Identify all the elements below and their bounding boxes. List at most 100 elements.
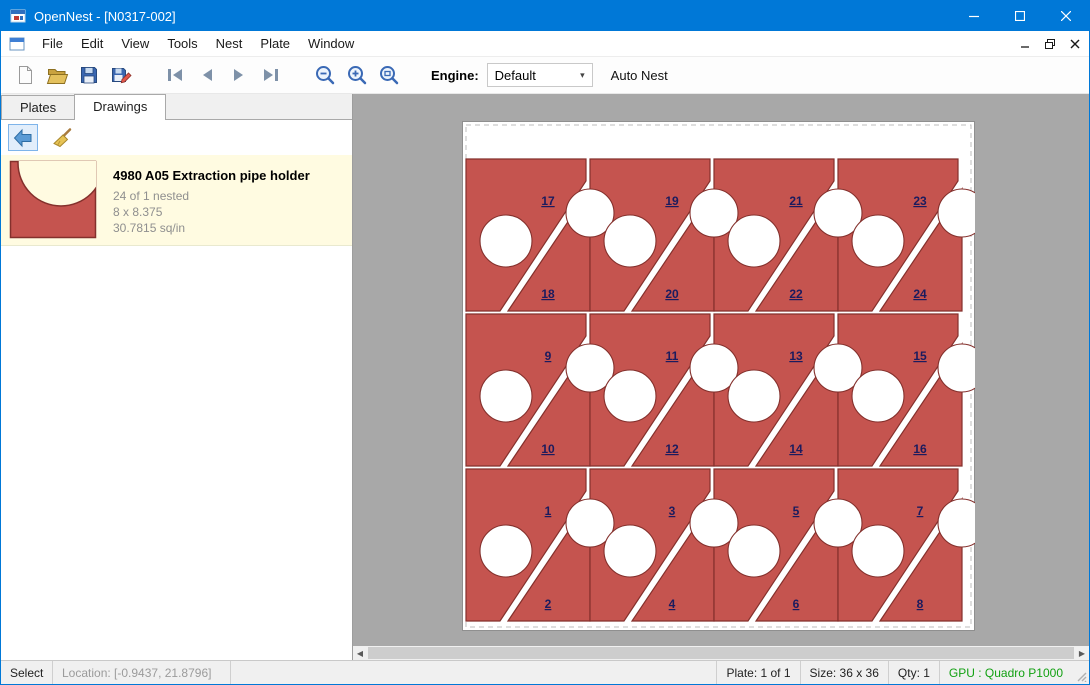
drawing-title: 4980 A05 Extraction pipe holder (113, 168, 310, 183)
engine-select[interactable]: Default ▾ (487, 63, 593, 87)
nav-prev-button[interactable] (191, 60, 223, 90)
menu-view[interactable]: View (112, 32, 158, 55)
nav-first-button[interactable] (159, 60, 191, 90)
replace-part-button[interactable] (8, 124, 38, 151)
maximize-icon (1015, 11, 1025, 21)
statusbar-size: Size: 36 x 36 (800, 661, 888, 684)
close-button[interactable] (1043, 1, 1089, 31)
open-button[interactable] (41, 60, 73, 90)
close-icon (1069, 38, 1081, 50)
part-number: 21 (789, 194, 803, 208)
part-hole (480, 215, 532, 267)
menu-window[interactable]: Window (299, 32, 363, 55)
minimize-button[interactable] (951, 1, 997, 31)
nav-next-icon (227, 63, 251, 87)
part-hole (852, 370, 904, 422)
statusbar-location: Location: [-0.9437, 21.8796] (53, 661, 231, 684)
part-hole (604, 525, 656, 577)
title-bar: OpenNest - [N0317-002] (1, 1, 1089, 31)
save-edit-button[interactable] (105, 60, 137, 90)
zoom-out-icon (313, 63, 337, 87)
engine-label: Engine: (431, 68, 479, 83)
restore-icon (1044, 38, 1056, 50)
part-number: 3 (669, 504, 676, 518)
nav-last-button[interactable] (255, 60, 287, 90)
tab-plates[interactable]: Plates (1, 95, 75, 119)
part-hole (852, 215, 904, 267)
close-icon (1061, 11, 1071, 21)
part-number: 13 (789, 349, 803, 363)
drawing-area: 30.7815 sq/in (113, 220, 310, 236)
menu-nest[interactable]: Nest (207, 32, 252, 55)
sidebar-tabs: Plates Drawings (1, 94, 352, 120)
part-hole (728, 525, 780, 577)
replace-part-icon (12, 127, 34, 149)
part-hole (480, 370, 532, 422)
scroll-right-icon[interactable]: ▶ (1075, 646, 1089, 660)
part-hole (480, 525, 532, 577)
zoom-out-button[interactable] (309, 60, 341, 90)
mdi-close-button[interactable] (1064, 31, 1086, 56)
part-number: 12 (665, 442, 679, 456)
main-toolbar: Engine: Default ▾ Auto Nest (1, 57, 1089, 94)
part-number: 23 (913, 194, 927, 208)
mdi-restore-button[interactable] (1039, 31, 1061, 56)
minimize-icon (969, 11, 979, 21)
tab-drawings[interactable]: Drawings (74, 94, 166, 120)
new-button[interactable] (9, 60, 41, 90)
part-number: 19 (665, 194, 679, 208)
part-number: 8 (917, 597, 924, 611)
status-bar: Select Location: [-0.9437, 21.8796] Plat… (1, 660, 1089, 684)
part-number: 22 (789, 287, 803, 301)
drawings-toolbar (1, 120, 352, 155)
menu-plate[interactable]: Plate (251, 32, 299, 55)
nav-next-button[interactable] (223, 60, 255, 90)
nav-prev-icon (195, 63, 219, 87)
statusbar-gpu: GPU : Quadro P1000 (939, 661, 1072, 684)
clear-button[interactable] (47, 124, 77, 151)
mdi-minimize-button[interactable] (1014, 31, 1036, 56)
part-number: 11 (666, 349, 679, 363)
part-thumbnail (9, 160, 105, 240)
open-folder-icon (45, 63, 69, 87)
menu-bar: File Edit View Tools Nest Plate Window (1, 31, 1089, 57)
part-number: 6 (793, 597, 800, 611)
zoom-fit-button[interactable] (373, 60, 405, 90)
scrollbar-thumb[interactable] (368, 647, 1074, 659)
part-number: 9 (545, 349, 552, 363)
window-title: OpenNest - [N0317-002] (34, 9, 176, 24)
resize-grip-icon (1074, 669, 1087, 682)
zoom-in-button[interactable] (341, 60, 373, 90)
zoom-fit-icon (377, 63, 401, 87)
resize-grip[interactable] (1072, 661, 1089, 684)
minimize-icon (1019, 38, 1031, 50)
new-document-icon (13, 63, 37, 87)
part-number: 1 (545, 504, 552, 518)
part-number: 17 (541, 194, 555, 208)
part-number: 16 (913, 442, 927, 456)
part-number: 5 (793, 504, 800, 518)
drawing-nested-count: 24 of 1 nested (113, 188, 310, 204)
menu-edit[interactable]: Edit (72, 32, 112, 55)
auto-nest-button[interactable]: Auto Nest (611, 68, 668, 83)
part-number: 14 (789, 442, 803, 456)
maximize-button[interactable] (997, 1, 1043, 31)
part-hole (852, 525, 904, 577)
scroll-left-icon[interactable]: ◀ (353, 646, 367, 660)
nav-first-icon (163, 63, 187, 87)
part-number: 20 (665, 287, 679, 301)
horizontal-scrollbar[interactable]: ◀ ▶ (353, 646, 1089, 660)
menu-file[interactable]: File (33, 32, 72, 55)
part-number: 4 (669, 597, 676, 611)
part-number: 18 (541, 287, 555, 301)
save-button[interactable] (73, 60, 105, 90)
nav-last-icon (259, 63, 283, 87)
menu-tools[interactable]: Tools (158, 32, 206, 55)
part-number: 24 (913, 287, 927, 301)
chevron-down-icon: ▾ (580, 70, 585, 81)
save-edit-icon (109, 63, 133, 87)
drawing-list-item[interactable]: 4980 A05 Extraction pipe holder 24 of 1 … (1, 155, 352, 246)
app-window: OpenNest - [N0317-002] File Edit View To… (0, 0, 1090, 685)
nest-canvas[interactable]: 171819202122232491011121314151612345678 … (353, 94, 1089, 660)
part-number: 2 (545, 597, 552, 611)
